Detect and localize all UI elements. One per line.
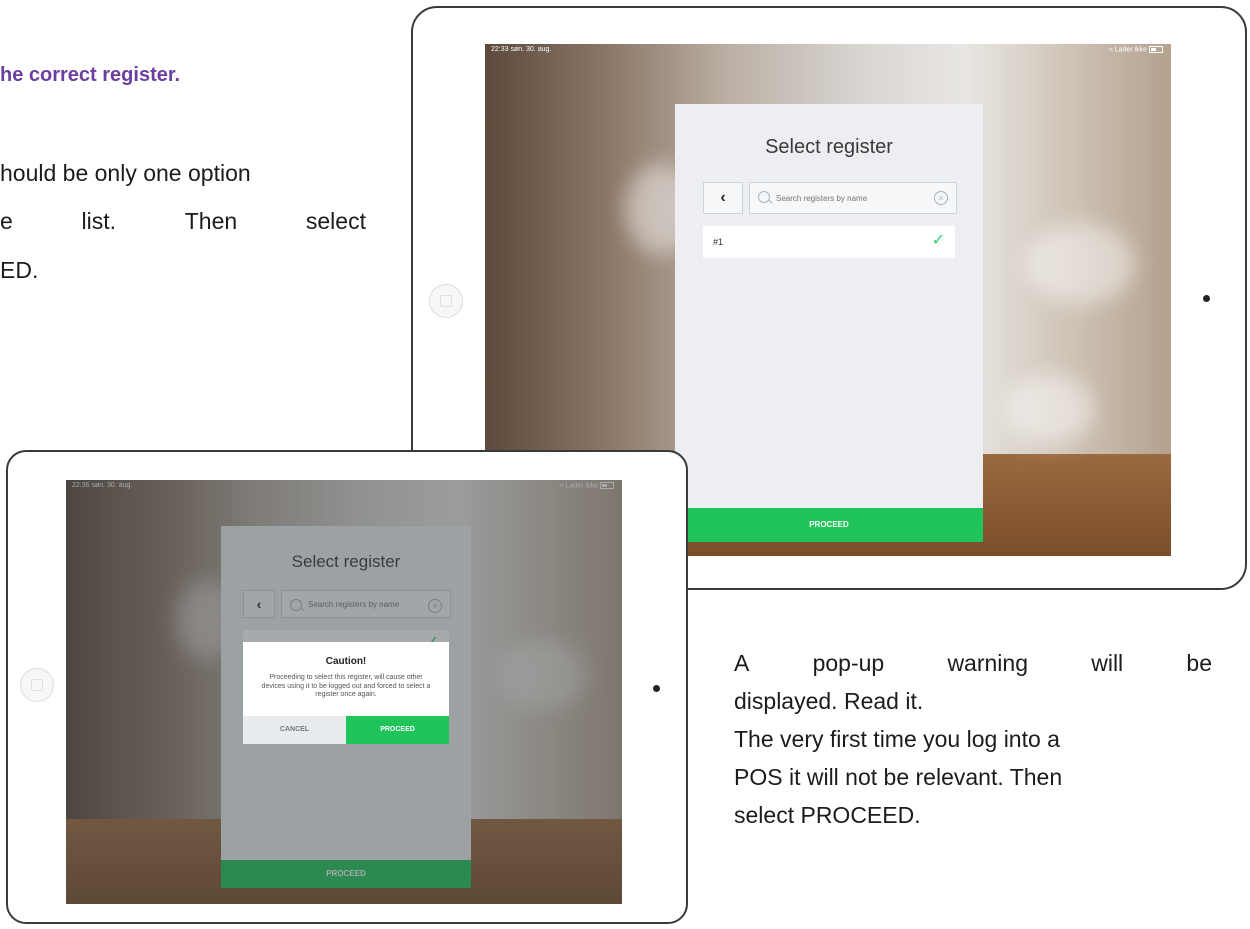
dialog-message: Proceeding to select this register, will… [261,674,431,698]
cancel-button[interactable]: CANCEL [243,716,346,744]
caption-paragraph: A pop-up warning will be displayed. Read… [734,644,1212,834]
caption-line-5: select PROCEED. [734,802,921,828]
instruction-line-2: e list. Then select [0,208,366,235]
background-blur [1005,374,1095,444]
instruction-line-3: ED. [0,257,39,283]
tablet-bottom: 22:36 søn. 30. aug. ≈ Lader ikke Select … [6,450,688,924]
status-battery: ≈ Lader ikke [1109,46,1163,53]
clear-icon[interactable]: × [934,191,948,205]
dialog-title: Caution! [325,656,367,667]
register-item[interactable]: #1 ✓ [703,226,955,258]
tablet-screen: 22:36 søn. 30. aug. ≈ Lader ikke Select … [66,480,622,904]
caution-dialog: Caution! Proceeding to select this regis… [243,642,449,744]
search-icon [758,191,770,203]
proceed-button[interactable]: PROCEED [675,508,983,542]
chevron-left-icon: ‹ [720,189,726,206]
caption-line-2: displayed. Read it. [734,688,924,714]
background-blur [1025,224,1135,304]
register-panel: Select register ‹ × #1 ✓ PROCEED [675,104,983,542]
section-heading: he correct register. [0,64,181,86]
status-time: 22:33 søn. 30. aug. [491,46,552,53]
word: be [1186,650,1212,676]
word: A [734,650,750,676]
checkmark-icon: ✓ [931,232,945,249]
home-button[interactable] [20,668,54,702]
battery-text: Lader ikke [1114,46,1147,54]
word: warning [947,650,1028,676]
caption-line-1: A pop-up warning will be [734,644,1212,682]
dialog-proceed-button[interactable]: PROCEED [346,716,449,744]
camera-icon [1203,295,1210,302]
caption-line-3: The very first time you log into a [734,726,1060,752]
back-button[interactable]: ‹ [703,182,743,214]
word: will [1091,650,1124,676]
word: list. [81,208,117,234]
home-button[interactable] [429,284,463,318]
search-box[interactable]: × [749,182,957,214]
panel-title: Select register [765,136,893,158]
word: pop-up [812,650,885,676]
battery-icon [1149,46,1163,53]
register-name: #1 [713,237,724,247]
word: e [0,208,13,234]
camera-icon [653,685,660,692]
search-input[interactable] [776,183,916,213]
word: select [305,208,366,234]
word: Then [184,208,238,234]
status-bar: 22:33 søn. 30. aug. ≈ Lader ikke [485,44,1171,56]
instruction-line-1: hould be only one option [0,160,251,186]
caption-line-4: POS it will not be relevant. Then [734,764,1063,790]
